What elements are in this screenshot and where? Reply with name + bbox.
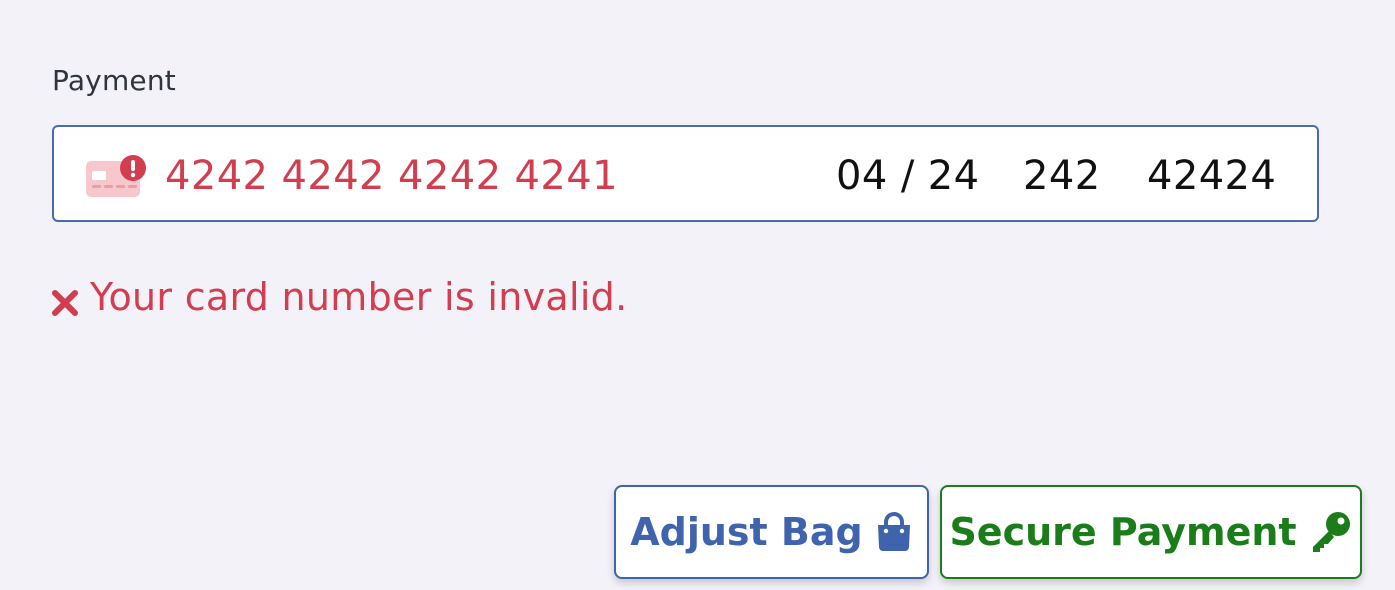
secure-payment-label: Secure Payment <box>949 510 1297 554</box>
x-icon <box>50 283 80 316</box>
card-error-message: Your card number is invalid. <box>50 273 628 321</box>
adjust-bag-button[interactable]: Adjust Bag <box>614 485 929 579</box>
adjust-bag-label: Adjust Bag <box>630 510 863 554</box>
key-icon <box>1312 512 1350 552</box>
card-input-field[interactable]: 4242 4242 4242 4241 04 / 24 242 42424 <box>52 125 1319 222</box>
shopping-bag-icon <box>877 512 910 551</box>
payment-label: Payment <box>52 64 176 97</box>
card-number-input[interactable]: 4242 4242 4242 4241 <box>165 149 618 203</box>
secure-payment-button[interactable]: Secure Payment <box>940 485 1362 579</box>
card-zip-input[interactable]: 42424 <box>1147 149 1276 203</box>
card-expiry-input[interactable]: 04 / 24 <box>836 149 980 203</box>
error-text: Your card number is invalid. <box>90 275 628 319</box>
card-cvc-input[interactable]: 242 <box>1023 149 1101 203</box>
card-error-icon <box>84 155 148 199</box>
